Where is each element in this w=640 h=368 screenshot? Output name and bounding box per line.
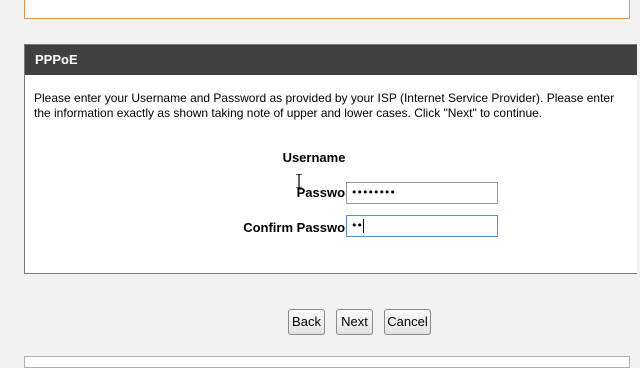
next-button[interactable]: Next — [336, 309, 373, 335]
text-cursor-icon — [296, 174, 302, 188]
text-caret — [362, 219, 364, 233]
password-value: •••••••• — [351, 186, 396, 199]
instructions-text: Please enter your Username and Password … — [34, 91, 615, 120]
confirm-password-field[interactable]: •• — [346, 215, 498, 237]
cancel-button[interactable]: Cancel — [384, 309, 431, 335]
password-field[interactable]: •••••••• — [346, 182, 498, 204]
previous-panel — [24, 0, 630, 19]
confirm-password-value: •• — [351, 219, 363, 232]
back-button[interactable]: Back — [288, 309, 325, 335]
confirm-password-label: Confirm Password : — [243, 220, 366, 235]
username-label: Username — [282, 150, 346, 165]
password-label: Password : — [296, 185, 366, 200]
next-panel — [24, 356, 630, 368]
panel-title: PPPoE — [25, 45, 637, 75]
